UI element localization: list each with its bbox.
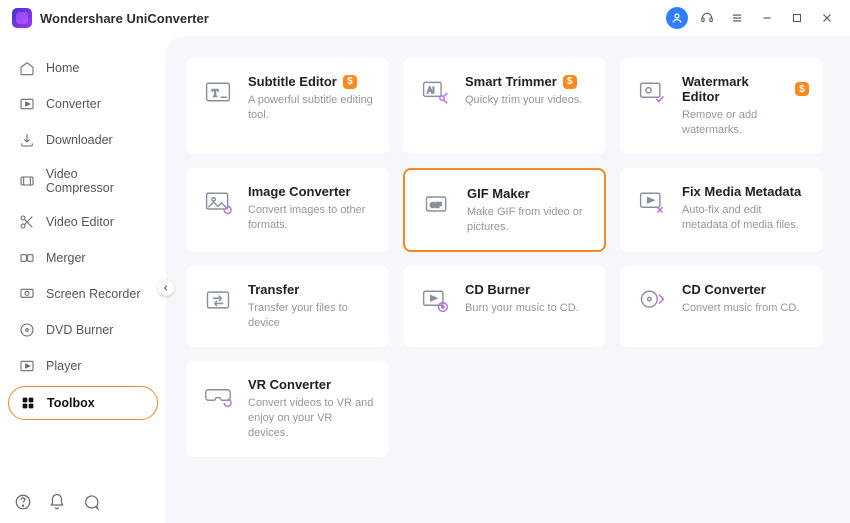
help-button[interactable]	[14, 493, 32, 511]
tool-card-cd-converter[interactable]: CD Converter Convert music from CD.	[620, 266, 823, 347]
card-desc: Burn your music to CD.	[465, 301, 579, 316]
card-title: Watermark Editor	[682, 74, 789, 104]
sidebar-item-video-editor[interactable]: Video Editor	[8, 206, 158, 238]
sidebar-item-label: Downloader	[46, 133, 113, 147]
sidebar-item-label: Screen Recorder	[46, 287, 141, 301]
trimmer-icon: AI	[419, 76, 451, 108]
tool-card-fix-metadata[interactable]: Fix Media Metadata Auto-fix and edit met…	[620, 168, 823, 253]
card-title: Transfer	[248, 282, 299, 297]
sidebar-item-merger[interactable]: Merger	[8, 242, 158, 274]
svg-text:GIF: GIF	[430, 202, 442, 209]
sidebar-item-video-compressor[interactable]: Video Compressor	[8, 160, 158, 202]
paid-badge: $	[795, 82, 809, 96]
paid-badge: $	[563, 75, 577, 89]
transfer-icon	[202, 284, 234, 316]
collapse-sidebar-button[interactable]	[158, 280, 174, 296]
sidebar-item-home[interactable]: Home	[8, 52, 158, 84]
play-icon	[18, 357, 36, 375]
titlebar: Wondershare UniConverter	[0, 0, 850, 36]
sidebar-item-label: Player	[46, 359, 81, 373]
maximize-button[interactable]	[786, 7, 808, 29]
tool-card-image-converter[interactable]: Image Converter Convert images to other …	[186, 168, 389, 253]
tool-card-transfer[interactable]: Transfer Transfer your files to device	[186, 266, 389, 347]
minimize-button[interactable]	[756, 7, 778, 29]
card-desc: Convert images to other formats.	[248, 203, 375, 233]
sidebar-item-label: Home	[46, 61, 79, 75]
card-desc: Quicky trim your videos.	[465, 93, 582, 108]
tool-card-cd-burner[interactable]: CD Burner Burn your music to CD.	[403, 266, 606, 347]
app-logo	[12, 8, 32, 28]
tool-card-smart-trimmer[interactable]: AI Smart Trimmer $ Quicky trim your video…	[403, 58, 606, 154]
card-desc: Convert videos to VR and enjoy on your V…	[248, 396, 375, 441]
vr-icon	[202, 379, 234, 411]
card-title: VR Converter	[248, 377, 331, 392]
card-desc: Transfer your files to device	[248, 301, 375, 331]
sidebar-item-label: Toolbox	[47, 396, 95, 410]
sidebar-item-label: DVD Burner	[46, 323, 113, 337]
tool-card-vr-converter[interactable]: VR Converter Convert videos to VR and en…	[186, 361, 389, 457]
watermark-icon	[636, 76, 668, 108]
feedback-button[interactable]	[82, 493, 100, 511]
card-desc: Make GIF from video or pictures.	[467, 205, 590, 235]
tool-card-subtitle-editor[interactable]: T Subtitle Editor $ A powerful subtitle e…	[186, 58, 389, 154]
card-title: CD Converter	[682, 282, 766, 297]
sidebar-item-screen-recorder[interactable]: Screen Recorder	[8, 278, 158, 310]
download-icon	[18, 131, 36, 149]
merger-icon	[18, 249, 36, 267]
paid-badge: $	[343, 75, 357, 89]
tool-card-gif-maker[interactable]: GIF GIF Maker Make GIF from video or pic…	[403, 168, 606, 253]
menu-button[interactable]	[726, 7, 748, 29]
sidebar-item-label: Merger	[46, 251, 86, 265]
cd-burner-icon	[419, 284, 451, 316]
svg-text:T: T	[212, 88, 219, 99]
support-button[interactable]	[696, 7, 718, 29]
card-desc: Remove or add watermarks.	[682, 108, 809, 138]
cd-converter-icon	[636, 284, 668, 316]
card-title: Smart Trimmer	[465, 74, 557, 89]
sidebar-item-converter[interactable]: Converter	[8, 88, 158, 120]
gif-icon: GIF	[421, 188, 453, 220]
tool-card-watermark-editor[interactable]: Watermark Editor $ Remove or add watermar…	[620, 58, 823, 154]
card-title: Fix Media Metadata	[682, 184, 801, 199]
compress-icon	[18, 172, 36, 190]
toolbox-icon	[19, 394, 37, 412]
converter-icon	[18, 95, 36, 113]
card-desc: A powerful subtitle editing tool.	[248, 93, 375, 123]
subtitle-icon: T	[202, 76, 234, 108]
recorder-icon	[18, 285, 36, 303]
sidebar-item-toolbox[interactable]: Toolbox	[8, 386, 158, 420]
sidebar-item-label: Video Editor	[46, 215, 114, 229]
app-title: Wondershare UniConverter	[40, 11, 209, 26]
sidebar-item-label: Converter	[46, 97, 101, 111]
svg-text:AI: AI	[427, 86, 434, 95]
card-title: CD Burner	[465, 282, 530, 297]
account-button[interactable]	[666, 7, 688, 29]
main-panel: T Subtitle Editor $ A powerful subtitle e…	[166, 36, 850, 523]
card-title: Subtitle Editor	[248, 74, 337, 89]
sidebar-item-dvd-burner[interactable]: DVD Burner	[8, 314, 158, 346]
sidebar-item-downloader[interactable]: Downloader	[8, 124, 158, 156]
disc-icon	[18, 321, 36, 339]
sidebar-item-label: Video Compressor	[46, 167, 148, 195]
card-title: Image Converter	[248, 184, 351, 199]
notifications-button[interactable]	[48, 493, 66, 511]
sidebar-footer	[8, 489, 158, 513]
card-desc: Convert music from CD.	[682, 301, 799, 316]
scissors-icon	[18, 213, 36, 231]
card-title: GIF Maker	[467, 186, 530, 201]
sidebar-item-player[interactable]: Player	[8, 350, 158, 382]
sidebar: Home Converter Downloader Video Compress…	[0, 36, 166, 523]
close-button[interactable]	[816, 7, 838, 29]
image-icon	[202, 186, 234, 218]
metadata-icon	[636, 186, 668, 218]
home-icon	[18, 59, 36, 77]
card-desc: Auto-fix and edit metadata of media file…	[682, 203, 809, 233]
